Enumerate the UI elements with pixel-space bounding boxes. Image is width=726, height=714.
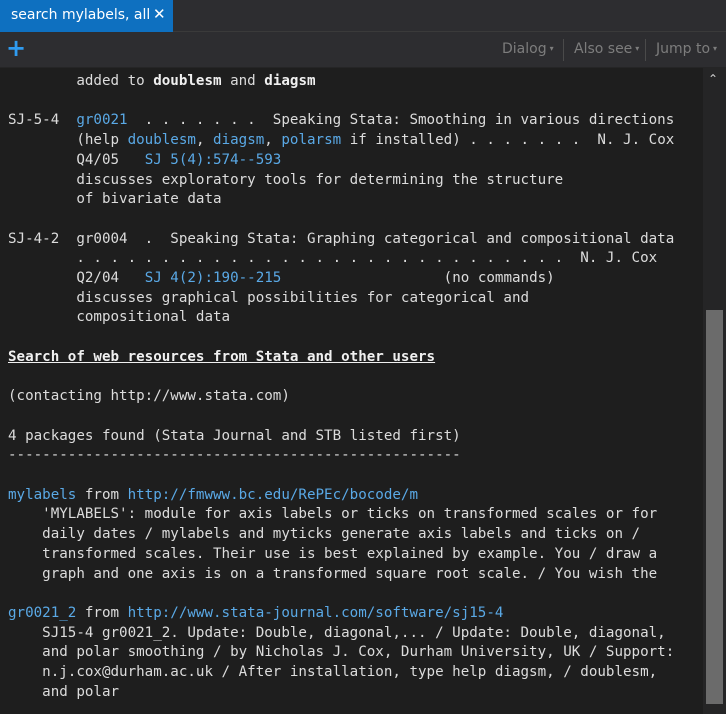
help-open: (help — [76, 132, 128, 149]
help-link-doublesm[interactable]: doublesm — [128, 132, 196, 148]
viewer-toolbar: + Dialog ▾ Also see ▾ Jump to ▾ — [0, 32, 726, 68]
close-icon[interactable]: ✕ — [153, 5, 166, 23]
package-link-mylabels[interactable]: mylabels — [8, 487, 76, 503]
scroll-up-icon[interactable]: ⌃ — [708, 72, 718, 86]
dialog-menu-button[interactable]: Dialog ▾ — [502, 41, 554, 57]
entry-description: compositional data — [76, 309, 231, 326]
intro-and: and — [221, 73, 265, 89]
package-url-link[interactable]: http://fmwww.bc.edu/RePEc/bocode/m — [128, 487, 418, 503]
scrollbar-thumb[interactable] — [706, 310, 723, 704]
intro-text: added to — [76, 73, 154, 89]
results-text: added to doublesm and diagsm SJ-5-4 gr00… — [8, 73, 675, 700]
tab-search-results[interactable]: search mylabels, all ✕ — [0, 0, 173, 32]
jump-to-menu-button[interactable]: Jump to ▾ — [656, 41, 717, 57]
also-see-label: Also see — [574, 41, 633, 57]
package-description: graph and one axis is on a transformed s… — [42, 565, 658, 582]
package-description: n.j.cox@durham.ac.uk / After installatio… — [42, 664, 658, 681]
chevron-down-icon: ▾ — [549, 44, 554, 53]
dialog-label: Dialog — [502, 41, 547, 57]
help-tail: if installed) . . . . . . . N. J. Cox — [341, 132, 675, 149]
entry-author-line: . . . . . . . . . . . . . . . . . . . . … — [76, 250, 658, 267]
toolbar-divider — [563, 39, 564, 61]
package-description: transformed scales. Their use is best ex… — [42, 545, 658, 562]
help-link-diagsm[interactable]: diagsm — [213, 132, 264, 148]
help-link-polarsm[interactable]: polarsm — [281, 132, 341, 148]
entry-ref: SJ-4-2 — [8, 230, 60, 247]
package-link-gr0021-2[interactable]: gr0021_2 — [8, 605, 76, 621]
results-pane: added to doublesm and diagsm SJ-5-4 gr00… — [0, 68, 703, 714]
divider-rule: ----------------------------------------… — [8, 447, 461, 464]
also-see-menu-button[interactable]: Also see ▾ — [574, 41, 639, 57]
no-commands-note: (no commands) — [443, 270, 555, 287]
entry-ref: SJ-5-4 — [8, 112, 60, 129]
entry-title: gr0004 . Speaking Stata: Graphing catego… — [76, 230, 675, 247]
packages-found-count: 4 packages found (Stata Journal and STB … — [8, 427, 461, 444]
add-tab-icon[interactable]: + — [6, 34, 26, 62]
entry-title: . . . . . . . Speaking Stata: Smoothing … — [127, 112, 675, 129]
chevron-down-icon: ▾ — [635, 44, 640, 53]
from-word: from — [76, 486, 128, 503]
package-url-link[interactable]: http://www.stata-journal.com/software/sj… — [128, 605, 504, 621]
toolbar-divider — [645, 39, 646, 61]
package-description: SJ15-4 gr0021_2. Update: Double, diagona… — [42, 624, 666, 641]
package-description: and polar smoothing / by Nicholas J. Cox… — [42, 644, 675, 661]
doublesm-command: doublesm — [153, 73, 222, 89]
journal-link[interactable]: SJ 5(4):574--593 — [145, 152, 282, 168]
journal-link[interactable]: SJ 4(2):190--215 — [145, 270, 282, 286]
vertical-scrollbar[interactable]: ⌃ — [703, 68, 726, 714]
from-word: from — [76, 604, 128, 621]
entry-issue: Q2/04 — [76, 270, 120, 287]
package-description: 'MYLABELS': module for axis labels or ti… — [42, 506, 658, 523]
entry-description: of bivariate data — [76, 191, 222, 208]
entry-description: discusses graphical possibilities for ca… — [76, 289, 530, 306]
tab-title[interactable]: search mylabels, all — [11, 7, 150, 23]
contacting-status: (contacting http://www.stata.com) — [8, 388, 290, 405]
chevron-down-icon: ▾ — [713, 44, 718, 53]
jump-to-label: Jump to — [656, 41, 711, 57]
web-search-header: Search of web resources from Stata and o… — [8, 348, 436, 365]
entry-description: discusses exploratory tools for determin… — [76, 171, 564, 188]
entry-id-link[interactable]: gr0021 — [76, 112, 127, 128]
package-description: daily dates / mylabels and myticks gener… — [42, 526, 641, 543]
package-description: and polar — [42, 683, 120, 700]
diagsm-command: diagsm — [264, 73, 316, 89]
entry-issue: Q4/05 — [76, 151, 120, 168]
tab-bar: search mylabels, all ✕ — [0, 0, 726, 32]
